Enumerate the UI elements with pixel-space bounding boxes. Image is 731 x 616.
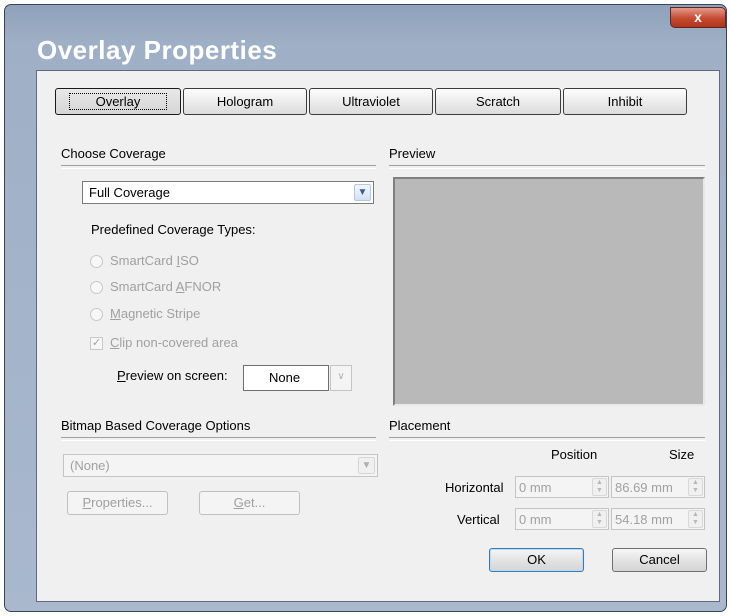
- properties-button[interactable]: Properties...: [67, 491, 168, 515]
- placement-heading: Placement: [389, 418, 451, 433]
- vertical-position-field[interactable]: 0 mm ▲ ▼: [515, 508, 609, 530]
- horizontal-size-field[interactable]: 86.69 mm ▲ ▼: [611, 476, 705, 498]
- bitmap-divider: [61, 437, 376, 441]
- bitmap-coverage-value: (None): [70, 458, 110, 473]
- magnetic-stripe-radio[interactable]: [90, 308, 103, 321]
- smartcard-afnor-label: SmartCard AFNOR: [110, 279, 222, 294]
- preview-heading: Preview: [389, 146, 436, 161]
- coverage-preview-pane: [393, 177, 705, 406]
- bitmap-coverage-heading: Bitmap Based Coverage Options: [61, 418, 251, 433]
- coverage-divider: [61, 165, 376, 169]
- bitmap-coverage-select[interactable]: (None) ▼: [63, 454, 378, 477]
- smartcard-afnor-radio[interactable]: [90, 281, 103, 294]
- placement-divider: [389, 437, 705, 441]
- chevron-down-icon: ∨: [337, 371, 345, 382]
- tab-inhibit-label: Inhibit: [607, 94, 643, 109]
- preview-on-screen-label: Preview on screen:: [117, 368, 228, 383]
- tab-ultraviolet-label: Ultraviolet: [342, 94, 400, 109]
- tab-overlay-label: Overlay: [68, 93, 168, 110]
- preview-on-screen-select[interactable]: None: [243, 365, 329, 391]
- spinner-arrows-icon[interactable]: ▲ ▼: [592, 510, 607, 528]
- horizontal-label: Horizontal: [445, 480, 504, 495]
- coverage-select[interactable]: Full Coverage ▼: [82, 181, 374, 204]
- spinner-arrows-icon[interactable]: ▲ ▼: [688, 510, 703, 528]
- spinner-arrows-icon[interactable]: ▲ ▼: [688, 478, 703, 496]
- ok-button[interactable]: OK: [489, 548, 584, 572]
- tab-inhibit[interactable]: Inhibit: [563, 88, 687, 115]
- tab-ultraviolet[interactable]: Ultraviolet: [309, 88, 433, 115]
- position-column-header: Position: [551, 447, 598, 462]
- close-icon: x: [694, 9, 702, 25]
- cancel-button[interactable]: Cancel: [612, 548, 707, 572]
- spinner-arrows-icon[interactable]: ▲ ▼: [592, 478, 607, 496]
- preview-on-screen-value: None: [269, 370, 301, 385]
- dialog-client-area: Overlay Hologram Ultraviolet Scratch Inh…: [36, 70, 720, 602]
- smartcard-iso-label: SmartCard ISO: [110, 253, 199, 268]
- clip-checkbox[interactable]: ✓: [90, 337, 103, 350]
- clip-label: Clip non-covered area: [110, 335, 238, 350]
- chevron-down-icon[interactable]: ▼: [358, 457, 375, 474]
- choose-coverage-heading: Choose Coverage: [61, 146, 166, 161]
- tab-hologram-label: Hologram: [216, 94, 274, 109]
- magnetic-stripe-label: Magnetic Stripe: [110, 306, 201, 321]
- tab-overlay[interactable]: Overlay: [55, 88, 181, 115]
- tab-hologram[interactable]: Hologram: [183, 88, 307, 115]
- chevron-down-icon[interactable]: ▼: [354, 184, 371, 201]
- tab-scratch[interactable]: Scratch: [435, 88, 561, 115]
- close-button[interactable]: x: [670, 7, 726, 28]
- checkmark-icon: ✓: [91, 337, 102, 349]
- predefined-coverage-label: Predefined Coverage Types:: [91, 222, 256, 237]
- smartcard-iso-radio[interactable]: [90, 255, 103, 268]
- preview-on-screen-dropdown[interactable]: ∨: [330, 365, 352, 391]
- horizontal-position-field[interactable]: 0 mm ▲ ▼: [515, 476, 609, 498]
- get-button[interactable]: Get...: [199, 491, 300, 515]
- vertical-label: Vertical: [457, 512, 500, 527]
- preview-divider: [389, 165, 705, 169]
- window-title: Overlay Properties: [37, 35, 278, 65]
- vertical-size-field[interactable]: 54.18 mm ▲ ▼: [611, 508, 705, 530]
- coverage-select-value: Full Coverage: [89, 185, 170, 200]
- tab-scratch-label: Scratch: [475, 94, 521, 109]
- size-column-header: Size: [669, 447, 695, 462]
